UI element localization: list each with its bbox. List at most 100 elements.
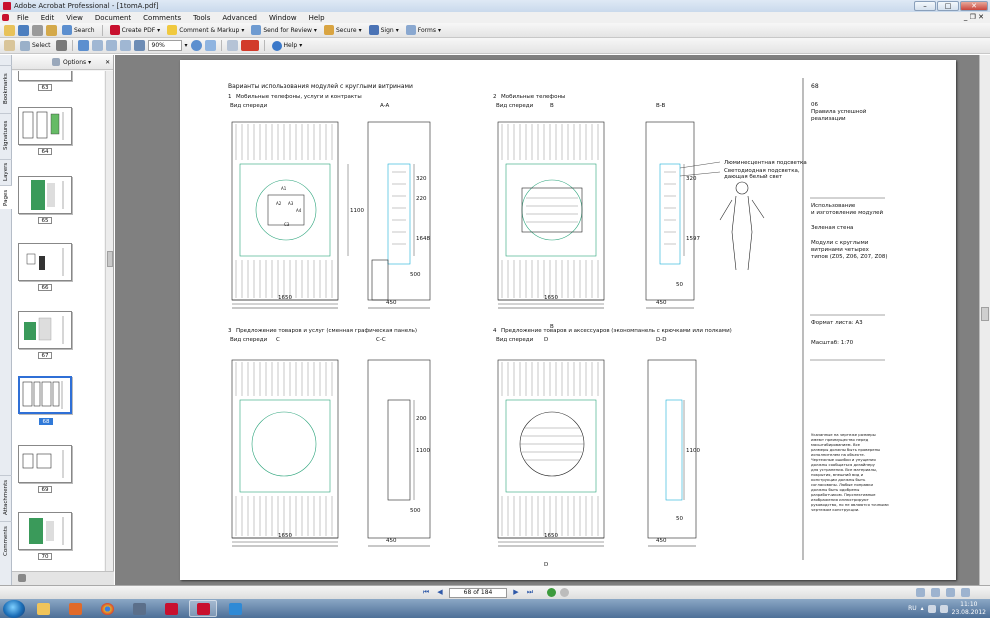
hand-tool-icon[interactable] [4,40,15,51]
continuous-icon[interactable] [931,588,940,597]
save-icon[interactable] [18,24,29,36]
rotate-icon[interactable] [204,40,216,51]
tab-attachments[interactable]: Attachments [0,475,12,519]
first-page-icon[interactable]: ⏮ [421,588,431,597]
file-toolbar: Search Create PDF ▾ Comment & Markup ▾ Sen… [0,23,990,38]
previous-view-icon[interactable] [547,588,556,597]
thumbnail-page[interactable]: 63 [18,71,72,91]
thumbnail-page-selected[interactable]: 68 [18,376,72,425]
zoom-level-field[interactable]: 90% [147,40,182,51]
tray-arrow-icon[interactable]: ▴ [921,605,924,612]
fit-page-icon[interactable] [91,40,103,51]
help-button[interactable]: Help ▾ [270,40,305,52]
snapshot-icon[interactable] [55,40,67,51]
taskbar-chrome[interactable] [93,600,121,617]
pages-icon[interactable] [226,40,238,51]
tab-bookmarks[interactable]: Bookmarks [0,65,12,111]
fit-width-icon[interactable] [119,40,131,51]
menu-edit[interactable]: Edit [35,14,61,22]
taskbar-explorer[interactable] [29,600,57,617]
volume-icon[interactable] [939,604,948,613]
ytrip-icon[interactable] [240,40,259,51]
document-scrollbar[interactable] [979,55,990,585]
scroll-thumb[interactable] [981,307,989,321]
separator [71,40,73,51]
menu-advanced[interactable]: Advanced [216,14,263,22]
pages-panel: Options ▾ ✕ 63 64 65 66 67 68 69 70 [12,55,114,585]
search-button[interactable]: Search [60,24,97,36]
thumbnail-page[interactable]: 64 [18,107,72,155]
thumbnail-page[interactable]: 66 [18,243,72,291]
thumbnail-page[interactable]: 69 [18,445,72,493]
thumbnail-preview [22,450,64,478]
zoom-out-icon[interactable] [133,40,145,51]
thumbnail-preview [24,316,64,344]
chevron-down-icon: ▾ [299,42,303,49]
zoom-in-icon[interactable] [77,40,89,51]
secure-button[interactable]: Secure ▾ [322,24,364,36]
document-window-controls[interactable]: _ ❐ ✕ [964,13,984,21]
tab-layers[interactable]: Layers [0,159,12,183]
cut-marker-d-top: D [544,337,548,343]
email-icon[interactable] [46,24,57,36]
zoom-plus-icon[interactable] [190,40,202,51]
actual-size-icon[interactable] [105,40,117,51]
menu-tools[interactable]: Tools [187,14,216,22]
previous-page-icon[interactable]: ◀ [435,588,445,597]
taskbar-media[interactable] [61,600,89,617]
sign-button[interactable]: Sign ▾ [367,24,401,36]
panel-close-button[interactable]: ✕ [105,59,110,66]
tab-signatures[interactable]: Signatures [0,113,12,157]
tab-comments[interactable]: Comments [0,521,12,561]
clock[interactable]: 11:10 23.08.2012 [952,601,986,617]
menu-view[interactable]: View [60,14,89,22]
open-icon[interactable] [4,24,15,36]
next-view-icon[interactable] [560,588,569,597]
section-a-a [367,121,431,309]
options-menu[interactable]: Options [63,59,86,66]
network-icon[interactable] [927,604,936,613]
language-indicator[interactable]: RU [908,605,917,612]
section-title-1: Мобильные телефоны, услуги и контракты [236,94,362,100]
taskbar-acrobat-reader[interactable] [157,600,185,617]
menu-document[interactable]: Document [89,14,137,22]
page-navigation-bar: ⏮ ◀ 68 of 184 ▶ ⏭ [0,585,990,599]
menu-file[interactable]: File [11,14,35,22]
taskbar-feather-app[interactable] [221,600,249,617]
create-pdf-button[interactable]: Create PDF ▾ [108,24,163,36]
print-icon[interactable] [32,24,43,36]
navigation-tabs: Bookmarks Signatures Layers Pages Attach… [0,55,12,585]
trash-icon[interactable] [18,574,26,582]
menu-window[interactable]: Window [263,14,303,22]
thumbnail-page[interactable]: 65 [18,176,72,224]
continuous-facing-icon[interactable] [961,588,970,597]
single-page-icon[interactable] [916,588,925,597]
last-page-icon[interactable]: ⏭ [525,588,535,597]
dimension-width-1: 1650 [278,295,292,301]
next-page-icon[interactable]: ▶ [511,588,521,597]
shelf-label: A3 [288,201,294,206]
forms-button[interactable]: Forms ▾ [404,24,443,36]
panel-scrollbar[interactable] [105,71,113,571]
send-for-review-button[interactable]: Send for Review ▾ [249,24,319,36]
navigation-toolbar: Select 90% ▾ Help ▾ [0,38,990,54]
cut-marker-d-bottom: D [544,562,548,568]
tab-pages[interactable]: Pages [0,185,12,209]
taskbar-app[interactable] [125,600,153,617]
facing-icon[interactable] [946,588,955,597]
comment-markup-button[interactable]: Comment & Markup ▾ [165,24,246,36]
select-tool-button[interactable]: Select [18,40,53,52]
scroll-thumb[interactable] [107,251,113,267]
chevron-down-icon[interactable]: ▾ [185,42,188,49]
page-number-field[interactable]: 68 of 184 [449,587,507,598]
maximize-button[interactable]: □ [937,1,959,11]
start-button[interactable] [3,599,25,618]
menu-comments[interactable]: Comments [137,14,187,22]
thumbnail-page[interactable]: 67 [18,311,72,359]
menu-help[interactable]: Help [303,14,331,22]
taskbar-acrobat-active[interactable] [189,600,217,617]
thumbnail-page[interactable]: 70 [18,512,72,560]
minimize-button[interactable]: – [914,1,936,11]
section-number-4: 4 [493,328,497,334]
close-button[interactable]: ✕ [960,1,988,11]
